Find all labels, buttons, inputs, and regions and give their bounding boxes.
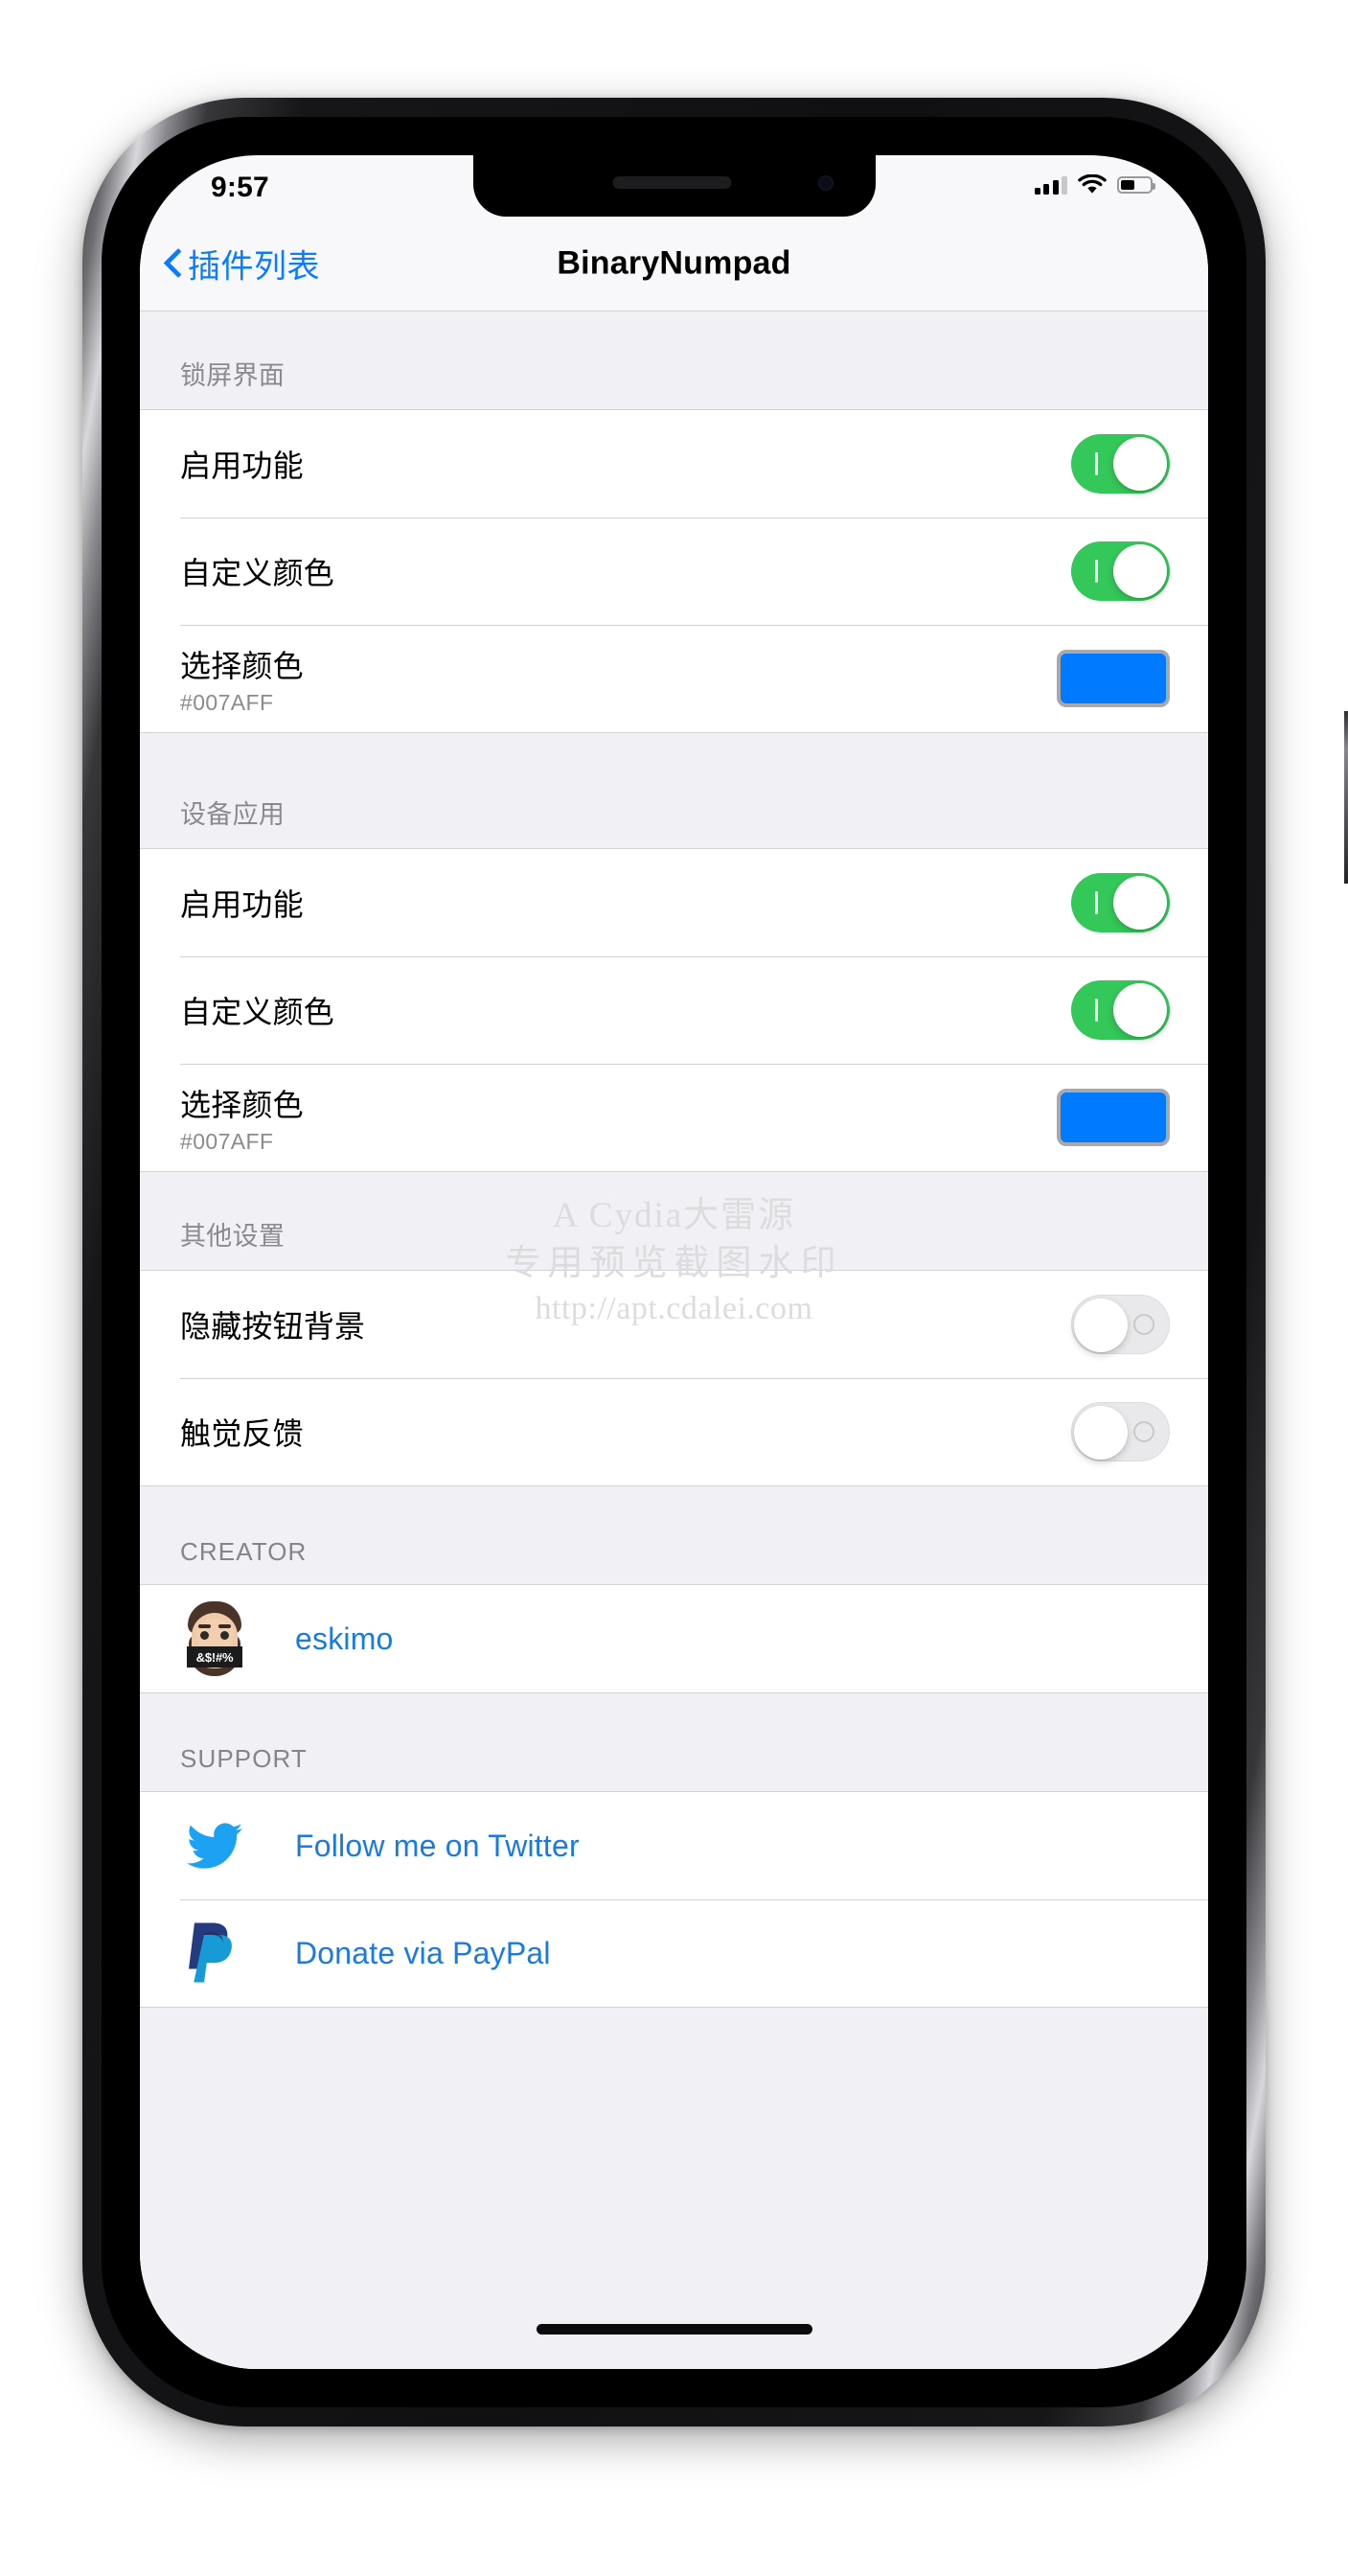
front-camera-icon <box>817 175 834 191</box>
table-footer-spacer <box>140 2008 1208 2369</box>
section-group-deviceapps: 启用功能 自定义颜色 选择颜色 #007AFF <box>140 848 1208 1172</box>
toggle-deviceapps-custom-color[interactable] <box>1071 980 1170 1040</box>
memoji-censor-text: &$!#% <box>187 1646 242 1668</box>
toggle-deviceapps-enable[interactable] <box>1071 873 1170 932</box>
page-title: BinaryNumpad <box>557 244 791 282</box>
row-title: 触觉反馈 <box>180 1416 304 1451</box>
toggle-lockscreen-enable[interactable] <box>1071 434 1170 494</box>
section-group-other: 隐藏按钮背景 触觉反馈 <box>140 1270 1208 1486</box>
twitter-link-label[interactable]: Follow me on Twitter <box>295 1828 580 1864</box>
section-header-deviceapps: 设备应用 <box>140 733 1208 848</box>
status-bar-clock: 9:57 <box>211 172 269 203</box>
row-title: 启用功能 <box>180 448 304 483</box>
color-swatch-lockscreen[interactable] <box>1057 650 1170 707</box>
device-notch <box>472 155 876 217</box>
row-title: 启用功能 <box>180 887 304 922</box>
settings-table-view[interactable]: 锁屏界面 启用功能 自定义颜色 选择颜色 #007AFF 设备应用 启用功能 自… <box>140 311 1208 2369</box>
row-deviceapps-custom-color[interactable]: 自定义颜色 <box>140 956 1208 1064</box>
color-swatch-deviceapps[interactable] <box>1057 1089 1170 1146</box>
row-title: 选择颜色 <box>180 1087 304 1122</box>
cellular-signal-icon <box>1034 175 1067 195</box>
section-header-other: 其他设置 <box>140 1172 1208 1270</box>
section-header-label: SUPPORT <box>180 1744 308 1773</box>
row-deviceapps-pick-color[interactable]: 选择颜色 #007AFF <box>140 1064 1208 1171</box>
row-title: 隐藏按钮背景 <box>180 1309 366 1344</box>
paypal-icon <box>180 1919 249 1988</box>
row-hide-button-background[interactable]: 隐藏按钮背景 <box>140 1271 1208 1378</box>
toggle-lockscreen-custom-color[interactable] <box>1071 541 1170 601</box>
section-header-support: SUPPORT <box>140 1693 1208 1791</box>
row-haptic-feedback[interactable]: 触觉反馈 <box>140 1378 1208 1485</box>
section-header-label: 锁屏界面 <box>180 361 286 390</box>
status-bar-indicators <box>1034 174 1155 196</box>
home-indicator[interactable] <box>536 2324 812 2334</box>
toggle-hide-button-background[interactable] <box>1071 1295 1170 1354</box>
row-donate-paypal[interactable]: Donate via PayPal <box>140 1899 1208 2007</box>
section-header-creator: CREATOR <box>140 1486 1208 1584</box>
navigation-bar: 插件列表 BinaryNumpad <box>140 217 1208 311</box>
section-group-creator: &$!#% eskimo <box>140 1584 1208 1693</box>
row-lockscreen-pick-color[interactable]: 选择颜色 #007AFF <box>140 625 1208 732</box>
row-title: 选择颜色 <box>180 648 304 683</box>
section-header-label: 其他设置 <box>180 1222 286 1251</box>
row-title: 自定义颜色 <box>180 556 335 590</box>
row-lockscreen-enable[interactable]: 启用功能 <box>140 410 1208 518</box>
section-header-lockscreen: 锁屏界面 <box>140 311 1208 409</box>
row-title: 自定义颜色 <box>180 995 335 1029</box>
row-subtitle: #007AFF <box>180 689 274 715</box>
twitter-bird-icon <box>180 1811 249 1880</box>
row-deviceapps-enable[interactable]: 启用功能 <box>140 849 1208 956</box>
section-header-label: CREATOR <box>180 1537 308 1566</box>
battery-icon <box>1117 176 1155 194</box>
power-button[interactable] <box>1344 711 1348 884</box>
phone-frame: 9:57 插件列表 BinaryNumpad 锁屏界面 启用功能 自定义颜色 选… <box>82 98 1348 2426</box>
wifi-icon <box>1078 174 1107 194</box>
phone-bezel: 9:57 插件列表 BinaryNumpad 锁屏界面 启用功能 自定义颜色 选… <box>102 117 1246 2407</box>
creator-link-label[interactable]: eskimo <box>295 1622 394 1657</box>
paypal-link-label[interactable]: Donate via PayPal <box>295 1936 551 1971</box>
row-subtitle: #007AFF <box>180 1128 274 1154</box>
row-creator-eskimo[interactable]: &$!#% eskimo <box>140 1585 1208 1692</box>
phone-screen: 9:57 插件列表 BinaryNumpad 锁屏界面 启用功能 自定义颜色 选… <box>140 155 1208 2369</box>
section-group-support: Follow me on Twitter Donate via PayPal <box>140 1791 1208 2008</box>
section-group-lockscreen: 启用功能 自定义颜色 选择颜色 #007AFF <box>140 409 1208 733</box>
toggle-haptic-feedback[interactable] <box>1071 1402 1170 1461</box>
row-follow-twitter[interactable]: Follow me on Twitter <box>140 1792 1208 1899</box>
row-lockscreen-custom-color[interactable]: 自定义颜色 <box>140 518 1208 625</box>
earpiece-speaker-icon <box>612 176 732 189</box>
memoji-avatar-icon: &$!#% <box>180 1601 249 1676</box>
section-header-label: 设备应用 <box>180 800 286 829</box>
